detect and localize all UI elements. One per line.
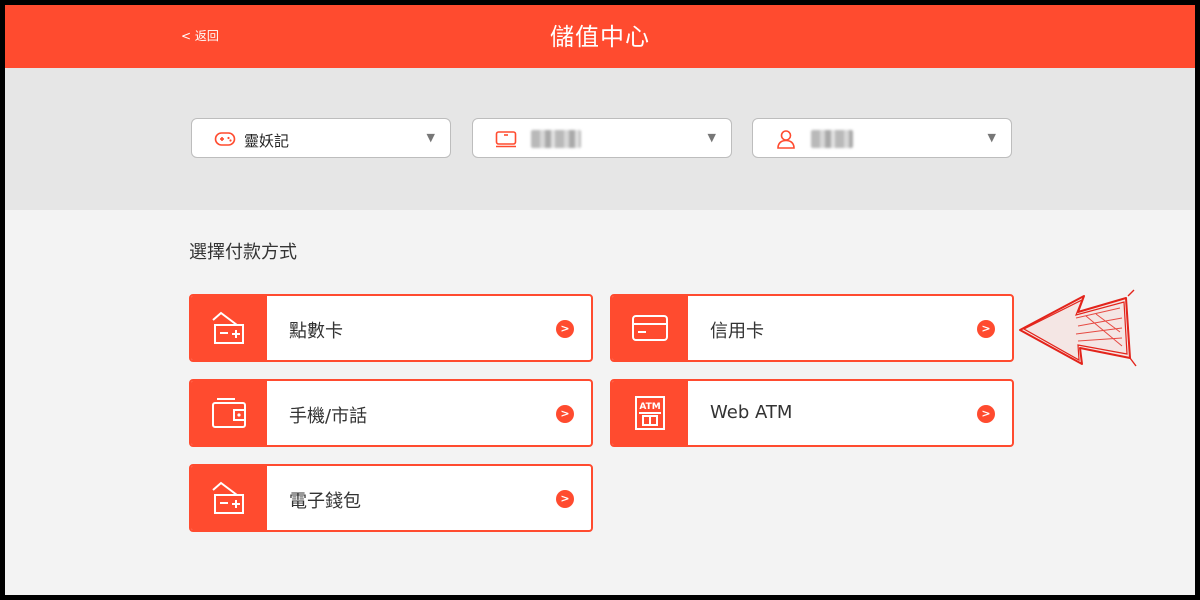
chevron-down-icon: ▼ — [426, 131, 435, 144]
payment-icon-panel — [191, 296, 267, 360]
game-select[interactable]: 靈妖記 ▼ — [191, 118, 451, 158]
character-select[interactable]: ▼ — [752, 118, 1012, 158]
payment-option-e-wallet[interactable]: 電子錢包 > — [189, 464, 593, 532]
chevron-right-icon: > — [977, 405, 995, 423]
payment-option-credit-card[interactable]: 信用卡 > — [610, 294, 1014, 362]
payment-icon-panel — [191, 381, 267, 445]
payment-option-point-card[interactable]: 點數卡 > — [189, 294, 593, 362]
chevron-down-icon: ▼ — [987, 131, 996, 144]
payment-option-phone[interactable]: 手機/市話 > — [189, 379, 593, 447]
game-select-value: 靈妖記 — [244, 132, 290, 150]
payment-icon-panel: ATM — [612, 381, 688, 445]
chevron-right-icon: > — [556, 320, 574, 338]
chevron-right-icon: > — [556, 490, 574, 508]
section-label: 選擇付款方式 — [189, 242, 297, 263]
payment-option-label: 點數卡 — [289, 321, 343, 342]
card-receipt-icon — [212, 481, 244, 514]
credit-card-icon — [632, 315, 668, 341]
chevron-down-icon: ▼ — [707, 131, 716, 144]
payment-option-web-atm[interactable]: ATM Web ATM > — [610, 379, 1014, 447]
payment-icon-panel — [191, 466, 267, 530]
svg-text:ATM: ATM — [639, 402, 660, 412]
payment-option-label: 信用卡 — [710, 321, 764, 342]
payment-option-label: 手機/市話 — [289, 406, 368, 427]
server-icon — [495, 131, 517, 148]
gamepad-icon — [214, 132, 236, 146]
character-select-value-redacted — [811, 130, 853, 148]
payment-option-label: Web ATM — [710, 402, 793, 423]
payment-icon-panel — [612, 296, 688, 360]
annotation-arrow-icon — [1019, 289, 1137, 367]
server-select-value-redacted — [531, 130, 581, 148]
atm-icon: ATM — [635, 396, 665, 430]
selector-band: 靈妖記 ▼ ▼ ▼ — [0, 68, 1200, 210]
card-receipt-icon — [212, 311, 244, 344]
chevron-right-icon: > — [977, 320, 995, 338]
chevron-right-icon: > — [556, 405, 574, 423]
wallet-phone-icon — [212, 398, 246, 428]
server-select[interactable]: ▼ — [472, 118, 732, 158]
header-bar: < 返回 儲值中心 — [0, 0, 1200, 68]
payment-option-label: 電子錢包 — [289, 491, 361, 512]
page-title: 儲值中心 — [550, 23, 650, 51]
user-icon — [777, 130, 795, 149]
